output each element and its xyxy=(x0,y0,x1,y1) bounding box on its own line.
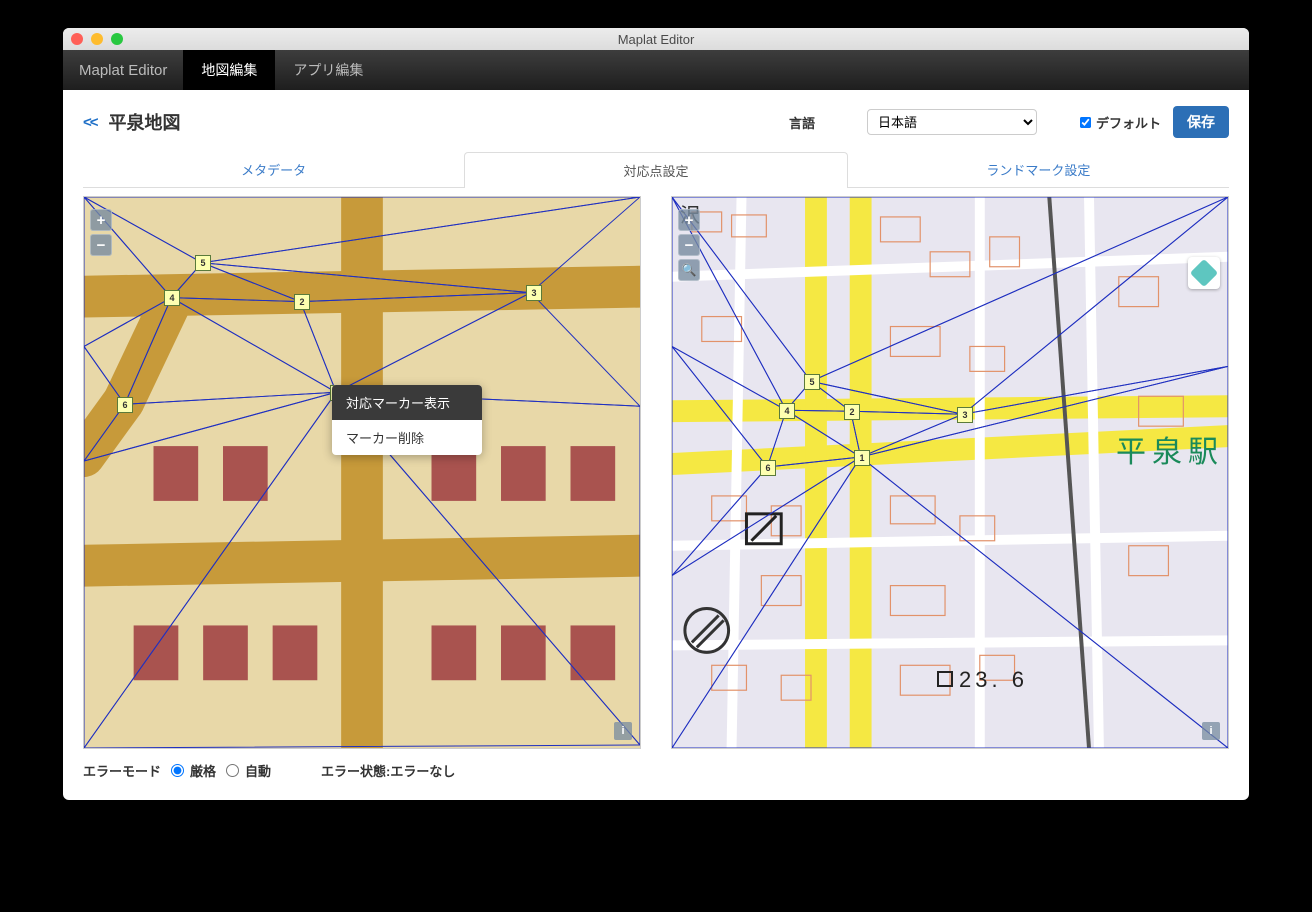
search-button[interactable]: 🔍 xyxy=(678,259,700,281)
layer-switch-button[interactable] xyxy=(1188,257,1220,289)
error-mode-auto-radio[interactable] xyxy=(226,764,239,777)
control-point-marker-2[interactable]: 2 xyxy=(844,404,860,420)
error-mode-strict-radio[interactable] xyxy=(171,764,184,777)
maps-container: + − 123456 対応マーカー表示 マーカー削除 i xyxy=(63,196,1249,749)
default-checkbox[interactable] xyxy=(1080,116,1091,127)
language-label: 言語 xyxy=(789,113,815,132)
back-button[interactable]: << xyxy=(83,114,97,131)
control-point-marker-6[interactable]: 6 xyxy=(760,460,776,476)
control-point-marker-4[interactable]: 4 xyxy=(164,290,180,306)
subtab-metadata[interactable]: メタデータ xyxy=(83,152,464,188)
marker-context-menu: 対応マーカー表示 マーカー削除 xyxy=(332,385,482,455)
tab-map-edit[interactable]: 地図編集 xyxy=(183,50,275,90)
toolbar: << 平泉地図 言語 日本語 デフォルト 保存 xyxy=(63,90,1249,148)
error-mode-auto-label: 自動 xyxy=(245,761,271,780)
control-point-marker-2[interactable]: 2 xyxy=(294,294,310,310)
context-delete-marker[interactable]: マーカー削除 xyxy=(332,420,482,455)
left-attribution-button[interactable]: i xyxy=(614,722,632,740)
error-mode-strict-label: 厳格 xyxy=(190,761,216,780)
page-title: 平泉地図 xyxy=(109,109,181,135)
control-point-marker-3[interactable]: 3 xyxy=(526,285,542,301)
tab-app-edit[interactable]: アプリ編集 xyxy=(275,50,381,90)
error-state-label: エラー状態:エラーなし xyxy=(321,761,455,780)
language-select[interactable]: 日本語 xyxy=(867,109,1037,135)
left-map-pane[interactable]: + − 123456 対応マーカー表示 マーカー削除 i xyxy=(83,196,641,749)
subtab-control-points[interactable]: 対応点設定 xyxy=(464,152,847,188)
layers-icon xyxy=(1190,259,1218,287)
control-point-marker-4[interactable]: 4 xyxy=(779,403,795,419)
right-map-pane[interactable]: + − 🔍 123456 平泉駅 23. 6 沢 i xyxy=(671,196,1229,749)
zoom-out-button[interactable]: − xyxy=(678,234,700,256)
elevation-label: 23. 6 xyxy=(937,667,1028,693)
station-label: 平泉駅 xyxy=(1116,427,1224,471)
right-map-canvas xyxy=(672,197,1228,748)
zoom-in-button[interactable]: + xyxy=(678,209,700,231)
subtabs: メタデータ 対応点設定 ランドマーク設定 xyxy=(83,152,1229,188)
left-zoom-controls: + − xyxy=(90,209,112,259)
titlebar: Maplat Editor xyxy=(63,28,1249,50)
right-attribution-button[interactable]: i xyxy=(1202,722,1220,740)
zoom-out-button[interactable]: − xyxy=(90,234,112,256)
control-point-marker-3[interactable]: 3 xyxy=(957,407,973,423)
zoom-in-button[interactable]: + xyxy=(90,209,112,231)
subtab-landmarks[interactable]: ランドマーク設定 xyxy=(848,152,1229,188)
right-zoom-controls: + − 🔍 xyxy=(678,209,700,284)
window-title: Maplat Editor xyxy=(63,32,1249,47)
navbar: Maplat Editor 地図編集 アプリ編集 xyxy=(63,50,1249,90)
control-point-marker-6[interactable]: 6 xyxy=(117,397,133,413)
save-button[interactable]: 保存 xyxy=(1173,106,1229,138)
left-map-canvas xyxy=(84,197,640,748)
control-point-marker-1[interactable]: 1 xyxy=(854,450,870,466)
footer: エラーモード 厳格 自動 エラー状態:エラーなし xyxy=(63,749,1249,800)
context-show-marker[interactable]: 対応マーカー表示 xyxy=(332,385,482,420)
app-window: Maplat Editor Maplat Editor 地図編集 アプリ編集 <… xyxy=(63,28,1249,800)
control-point-marker-5[interactable]: 5 xyxy=(804,374,820,390)
default-label: デフォルト xyxy=(1096,113,1161,132)
navbar-brand: Maplat Editor xyxy=(63,50,183,90)
error-mode-label: エラーモード xyxy=(83,761,161,780)
control-point-marker-5[interactable]: 5 xyxy=(195,255,211,271)
